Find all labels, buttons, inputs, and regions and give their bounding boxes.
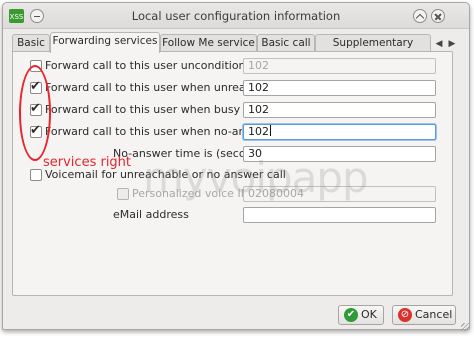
forward-no-answer-label: Forward call to this user when no-answer xyxy=(45,125,272,138)
title-bar: XSS Local user configuration information xyxy=(3,3,469,29)
tab-basic[interactable]: Basic xyxy=(12,34,50,52)
cancel-button[interactable]: ⊘ Cancel xyxy=(392,305,456,325)
ok-button-label: OK xyxy=(361,308,377,321)
tab-basic-call[interactable]: Basic call xyxy=(257,34,315,52)
cancel-icon: ⊘ xyxy=(398,308,412,322)
resize-grip[interactable] xyxy=(461,323,469,331)
dialog-window: XSS Local user configuration information… xyxy=(2,2,470,331)
forward-no-answer-field[interactable]: 102 xyxy=(243,124,436,140)
watermark: myvoipapp xyxy=(143,153,369,202)
checkmark-icon: ✔ xyxy=(344,308,358,322)
tab-scroll-right-icon[interactable]: ▶ xyxy=(446,37,458,51)
close-icon[interactable] xyxy=(431,9,445,23)
forward-busy-label: Forward call to this user when busy xyxy=(45,103,241,116)
annotation-circle xyxy=(19,65,51,161)
forward-unreachable-field[interactable]: 102 xyxy=(243,80,436,96)
tab-forwarding-services[interactable]: Forwarding services xyxy=(50,32,160,53)
forward-unconditional-field[interactable]: 102 xyxy=(243,58,436,74)
email-label: eMail address xyxy=(113,208,189,221)
maximize-icon[interactable] xyxy=(413,9,427,23)
tab-supplementary-services[interactable]: Supplementary services xyxy=(315,34,431,65)
forward-no-answer-value: 102 xyxy=(248,125,269,138)
email-field[interactable] xyxy=(243,207,436,223)
tab-follow-me-service[interactable]: Follow Me service xyxy=(160,34,257,52)
annotation-text: services right xyxy=(43,155,132,170)
ok-button[interactable]: ✔ OK xyxy=(338,305,384,325)
voicemail-checkbox[interactable] xyxy=(30,169,42,181)
text-caret xyxy=(270,125,271,136)
personalized-voice-id-checkbox[interactable] xyxy=(117,188,129,200)
forward-unconditional-label: Forward call to this user unconditionall… xyxy=(45,59,265,72)
cancel-button-label: Cancel xyxy=(415,308,453,321)
tab-scroll-left-icon[interactable]: ◀ xyxy=(433,37,445,51)
window-title: Local user configuration information xyxy=(131,9,341,23)
forward-busy-field[interactable]: 102 xyxy=(243,102,436,118)
